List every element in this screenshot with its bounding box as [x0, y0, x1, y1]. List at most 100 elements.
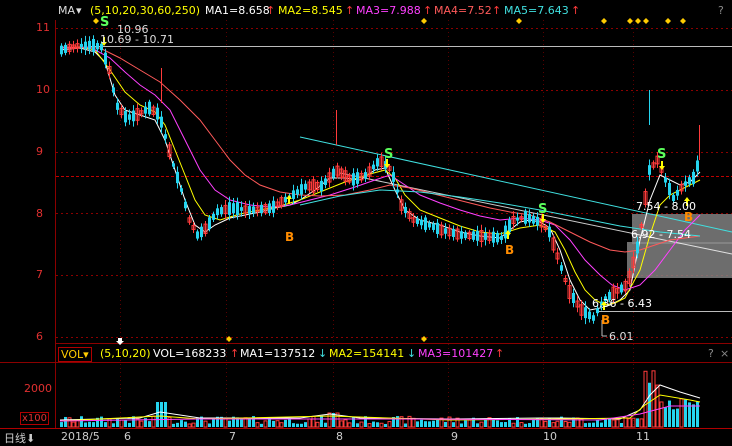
volume-bar [584, 423, 587, 427]
volume-bar [532, 420, 535, 427]
volume-bar [411, 417, 416, 428]
volume-bar [643, 370, 648, 428]
volume-bar [240, 419, 243, 427]
volume-bar [296, 423, 299, 427]
volume-bar [476, 423, 479, 427]
volume-bar [387, 421, 392, 428]
volume-bar [416, 421, 419, 427]
month-dividers [120, 20, 634, 428]
candle-body [500, 236, 503, 240]
volume-bar [664, 407, 667, 427]
candle-body [284, 196, 287, 203]
volume-bar [255, 422, 260, 428]
ma4-line [59, 46, 701, 253]
volume-bar [372, 421, 375, 427]
volume-bar [67, 417, 72, 428]
candle-body [196, 231, 199, 239]
volume-bar [88, 421, 91, 427]
volume-bar [347, 422, 352, 428]
x-tick: 7 [229, 430, 236, 443]
volume-bar [356, 423, 359, 427]
volume-bar [260, 423, 263, 427]
candle-body [212, 213, 215, 220]
volume-bar [307, 418, 312, 428]
volume-bar [367, 423, 372, 428]
volume-bar [600, 422, 603, 427]
candle-body [472, 231, 475, 240]
x-tick: 6 [124, 430, 131, 443]
candle-body [528, 213, 531, 223]
candle-body [688, 177, 691, 185]
volume-bar [64, 416, 67, 427]
volume-bar [563, 420, 568, 428]
volume-bar [464, 420, 467, 427]
candle-body [396, 189, 399, 193]
volume-bar [272, 420, 275, 427]
candle-body [588, 311, 591, 320]
candle-body [116, 102, 119, 110]
time-axis: 日线⬇ 2018/5 6 7 8 9 10 11 [0, 428, 732, 445]
volume-bar [684, 399, 687, 427]
candle-body [320, 180, 323, 192]
vol-ma1-value: MA1=137512 [240, 347, 316, 360]
volume-bar [639, 418, 644, 428]
volume-bar [452, 422, 455, 427]
volume-bar [104, 422, 107, 427]
candle-body [636, 241, 639, 254]
volume-bar [248, 418, 251, 427]
volume-bar [436, 419, 439, 427]
vol-close-icon[interactable]: × [720, 347, 729, 360]
volume-bar [500, 422, 503, 427]
price-chart[interactable] [0, 0, 732, 428]
candle-body [164, 134, 167, 139]
candle-body [216, 208, 219, 216]
volume-bar [620, 423, 623, 427]
volume-bar [80, 416, 83, 427]
candle-body [148, 101, 151, 115]
candle-body [156, 107, 159, 120]
candle-body [508, 219, 511, 233]
volume-bar [672, 409, 675, 427]
sell-signal-label: S [100, 15, 110, 30]
candle-body [428, 222, 431, 228]
volume-bar [379, 422, 384, 428]
candle-body [184, 201, 187, 209]
volume-bar [496, 420, 499, 427]
volume-bar [60, 422, 63, 427]
vol-ma2-arrow-icon: ↓ [407, 347, 417, 360]
price-range-label: 6.36 - 6.43 [592, 297, 652, 310]
candle-body [144, 106, 147, 114]
candle-body [356, 172, 359, 184]
candle-body [664, 177, 667, 183]
volume-bar [263, 420, 268, 428]
vol-help-icon[interactable]: ? [708, 347, 714, 360]
volume-bar [223, 418, 228, 428]
volume-bar [627, 418, 632, 428]
volume-bar [648, 382, 651, 427]
sell-signal-label: S [538, 202, 548, 217]
candle-body [584, 307, 587, 319]
volume-bar [339, 420, 344, 428]
volume-bar [84, 422, 87, 427]
vol-value: VOL=168233 [153, 347, 227, 360]
price-range-label: 7.54 - 8.00 [636, 200, 696, 213]
candle-body [424, 217, 427, 230]
volume-bar [279, 422, 284, 428]
candle-body [240, 207, 243, 211]
candle-body [304, 183, 307, 190]
sell-arrows [101, 37, 665, 223]
volume-bar [611, 419, 616, 428]
volume-bar [212, 419, 215, 427]
volume-bar [692, 404, 695, 427]
volume-bar [172, 423, 175, 427]
volume-bar [311, 415, 316, 428]
candle-body [268, 203, 271, 213]
vol-selector[interactable]: VOL▾ [58, 347, 92, 362]
candle-body [124, 111, 127, 123]
volume-bar [304, 422, 307, 427]
sell-signal-label: S [384, 147, 394, 162]
chart-grid [0, 20, 732, 428]
period-arrow-icon: ⬇ [26, 432, 36, 445]
price-range-label: 6.92 - 7.54 [631, 228, 691, 241]
volume-bar [284, 419, 287, 427]
